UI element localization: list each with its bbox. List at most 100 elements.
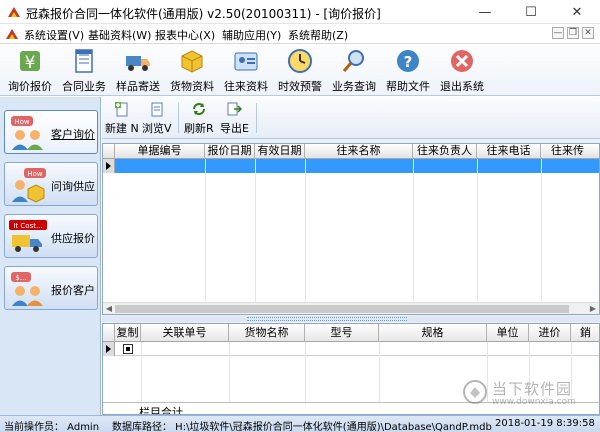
help-icon: ?	[397, 50, 419, 72]
col-copy[interactable]: 复制	[115, 324, 141, 342]
inquiry-quote-button[interactable]: ¥ 询价报价	[2, 47, 58, 93]
nav-quote-customer[interactable]: $... 报价客户	[4, 266, 98, 310]
menu-basic-data[interactable]: 基础资料(W)	[88, 27, 151, 43]
mdi-minimize-button[interactable]: —	[552, 27, 564, 39]
time-alert-button[interactable]: 时效预警	[272, 47, 328, 93]
col-partner-name[interactable]: 往来名称	[305, 144, 413, 159]
nav-label: 供应报价	[51, 232, 95, 245]
mdi-restore-button[interactable]: ❐	[567, 27, 579, 39]
minimize-button[interactable]: —	[462, 0, 508, 24]
business-query-button[interactable]: 业务查询	[326, 47, 382, 93]
badge-text: How	[27, 170, 43, 178]
toolbar-label: 退出系统	[440, 80, 484, 93]
col-cost[interactable]: 进价	[529, 324, 571, 342]
refresh-icon	[192, 103, 205, 115]
pane-splitter[interactable]	[102, 316, 600, 322]
main-area: 新建 N 浏览V 刷新R 导出E 单据编号 报价日期 有效日期 往来名称 往来负…	[102, 97, 600, 415]
col-valid-date[interactable]: 有效日期	[255, 144, 305, 159]
scroll-thumb[interactable]	[115, 305, 569, 313]
database-path: 数据库路径： H:\垃圾软件\冠森报价合同一体化软件(通用版)\Database…	[112, 422, 492, 432]
magnifier-icon	[342, 50, 364, 72]
badge-text: How	[14, 118, 30, 126]
toolbar-label: 合同业务	[62, 80, 106, 93]
price-tag-icon: ¥	[20, 51, 40, 73]
mdi-close-button[interactable]: ✕	[582, 27, 594, 39]
col-spec[interactable]: 规格	[379, 324, 487, 342]
toolbar-label: 往来资料	[224, 80, 268, 93]
badge-text: $...	[15, 274, 26, 282]
copy-checkbox[interactable]	[123, 344, 133, 354]
nav-label: 客户询价	[51, 128, 95, 141]
watermark-url: www.downxia.com	[492, 397, 576, 407]
horizontal-scrollbar[interactable]: ◀ ▶	[103, 302, 599, 314]
toolbar-label: 样品寄送	[116, 80, 160, 93]
main-toolbar: ¥ 询价报价 合同业务 样品寄送 货物资料 往来资料 时效预警 业务查询 ? 帮…	[0, 44, 600, 96]
toolbar-label: 帮助文件	[386, 80, 430, 93]
col-related-number[interactable]: 关联单号	[141, 324, 229, 342]
menu-aux-apps[interactable]: 辅助应用(Y)	[222, 27, 281, 43]
refresh-label: 刷新R	[184, 122, 214, 135]
new-button[interactable]: 新建 N	[105, 101, 139, 136]
detail-row[interactable]	[103, 342, 599, 356]
grid-line	[205, 159, 206, 305]
grid-line	[305, 342, 306, 402]
grid-line	[413, 159, 414, 305]
browse-button[interactable]: 浏览V	[142, 101, 172, 136]
goods-data-button[interactable]: 货物资料	[164, 47, 220, 93]
document-icon	[151, 102, 163, 117]
col-model[interactable]: 型号	[305, 324, 379, 342]
header-corner	[103, 324, 115, 342]
truck-icon	[126, 56, 150, 71]
close-button[interactable]: ✕	[554, 0, 600, 24]
toolbar-label: 时效预警	[278, 80, 322, 93]
help-file-button[interactable]: ? 帮助文件	[380, 47, 436, 93]
contract-button[interactable]: 合同业务	[56, 47, 112, 93]
current-operator: 当前操作员： Admin	[4, 422, 100, 432]
menu-report-center[interactable]: 报表中心(X)	[155, 27, 215, 43]
contract-icon	[75, 49, 93, 73]
exit-system-button[interactable]: 退出系统	[434, 47, 490, 93]
col-partner-fax[interactable]: 往来传	[541, 144, 599, 159]
svg-text:¥: ¥	[25, 53, 36, 73]
sample-delivery-button[interactable]: 样品寄送	[110, 47, 166, 93]
col-unit[interactable]: 单位	[487, 324, 529, 342]
scroll-right-icon[interactable]: ▶	[588, 305, 598, 313]
address-card-icon	[234, 52, 258, 71]
new-document-icon	[114, 102, 128, 117]
watermark-logo-icon	[463, 380, 487, 404]
partner-data-button[interactable]: 往来资料	[218, 47, 274, 93]
refresh-button[interactable]: 刷新R	[184, 101, 214, 136]
window-title: 冠森报价合同一体化软件(通用版) v2.50(20100311) - [询价报价…	[26, 7, 381, 21]
toolbar-label: 业务查询	[332, 80, 376, 93]
scroll-left-icon[interactable]: ◀	[104, 305, 114, 313]
nav-inquire-supplier[interactable]: How 问询供应	[4, 162, 98, 206]
export-button[interactable]: 导出E	[220, 101, 249, 136]
exit-icon	[451, 50, 473, 72]
svg-text:?: ?	[404, 53, 413, 71]
selected-row[interactable]	[103, 159, 599, 173]
menu-system-settings[interactable]: 系统设置(V)	[24, 27, 84, 43]
col-doc-number[interactable]: 单据编号	[115, 144, 205, 159]
nav-label: 问询供应	[51, 180, 95, 193]
box-how-icon: How	[12, 168, 46, 203]
truck-cost-icon: It Cost...	[9, 220, 47, 252]
left-nav-panel: How 客户询价 How 问询供应 It Cost... 供应报价 $... 报…	[0, 97, 101, 415]
grid-line	[379, 342, 380, 402]
splitter-grip[interactable]	[247, 317, 407, 321]
menu-system-help[interactable]: 系统帮助(Z)	[288, 27, 348, 43]
child-window-icon[interactable]	[4, 26, 20, 42]
quote-list-grid[interactable]: 单据编号 报价日期 有效日期 往来名称 往来负责人 往来电话 往来传 ◀ ▶	[102, 143, 600, 315]
col-partner-contact[interactable]: 往来负责人	[413, 144, 477, 159]
grid-line	[541, 159, 542, 305]
maximize-button[interactable]: ☐	[508, 0, 554, 24]
menu-bar: 系统设置(V) 基础资料(W) 报表中心(X) 辅助应用(Y) 系统帮助(Z) …	[0, 24, 600, 44]
grid-header: 单据编号 报价日期 有效日期 往来名称 往来负责人 往来电话 往来传	[103, 144, 599, 159]
col-sale[interactable]: 銷	[571, 324, 599, 342]
clock-icon	[288, 49, 312, 73]
col-quote-date[interactable]: 报价日期	[205, 144, 255, 159]
col-goods-name[interactable]: 货物名称	[229, 324, 305, 342]
nav-customer-inquiry[interactable]: How 客户询价	[4, 110, 98, 154]
app-logo-icon	[8, 7, 20, 17]
nav-supplier-quote[interactable]: It Cost... 供应报价	[4, 214, 98, 258]
col-partner-phone[interactable]: 往来电话	[477, 144, 541, 159]
